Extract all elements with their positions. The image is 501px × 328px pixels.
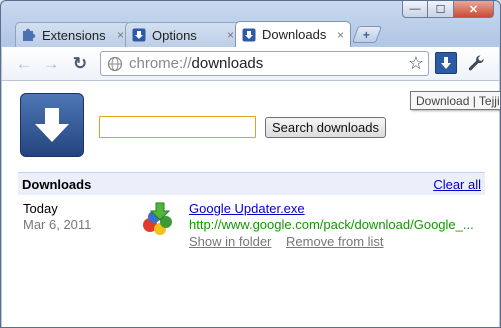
search-downloads-button[interactable]: Search downloads (265, 117, 386, 138)
tab-label: Downloads (262, 27, 327, 42)
remove-from-list-link[interactable]: Remove from list (286, 234, 384, 249)
new-tab-button[interactable]: + (351, 26, 383, 43)
close-tab-icon[interactable]: × (117, 28, 124, 42)
toolbar: ← → ↻ chrome://downloads ☆ (2, 47, 499, 81)
forward-button[interactable]: → (41, 54, 61, 74)
globe-icon (107, 56, 123, 72)
date-value: Mar 6, 2011 (23, 217, 92, 232)
close-tab-icon[interactable]: × (227, 28, 234, 42)
tab-downloads[interactable]: Downloads × (235, 21, 351, 47)
puzzle-icon (22, 28, 36, 42)
downloads-header: Downloads Clear all (18, 172, 485, 195)
file-url: http://www.google.com/pack/download/Goog… (189, 217, 474, 232)
file-name-link[interactable]: Google Updater.exe (189, 201, 305, 216)
tab-strip: Extensions × Options × Downloads × + (15, 21, 383, 47)
downloads-page: Search downloads Downloads Clear all Tod… (2, 81, 499, 327)
reload-button[interactable]: ↻ (70, 54, 90, 74)
close-tab-icon[interactable]: × (337, 28, 344, 42)
wrench-menu-button[interactable] (465, 52, 487, 74)
tab-options[interactable]: Options × (125, 22, 241, 47)
maximize-button[interactable]: ☐ (428, 1, 454, 18)
download-icon (441, 57, 451, 69)
installer-file-icon (140, 201, 176, 237)
download-extension-button[interactable] (435, 52, 457, 74)
address-bar[interactable]: chrome://downloads ☆ (100, 51, 429, 76)
url-scheme: chrome:// (129, 55, 192, 72)
download-icon (242, 28, 256, 42)
bookmark-star-icon[interactable]: ☆ (408, 53, 424, 74)
wrench-icon (468, 55, 484, 71)
minimize-button[interactable]: — (402, 1, 428, 18)
show-in-folder-link[interactable]: Show in folder (189, 234, 271, 249)
date-label: Today (23, 201, 58, 216)
extension-tooltip: Download | Tejji (410, 91, 500, 110)
search-input[interactable] (99, 116, 256, 138)
download-icon (132, 28, 146, 42)
plus-icon: + (363, 27, 371, 42)
tab-label: Options (152, 27, 197, 43)
window-controls: — ☐ ✕ (402, 1, 494, 18)
tab-label: Extensions (42, 27, 106, 43)
url-text: chrome://downloads (129, 55, 408, 72)
clear-all-link[interactable]: Clear all (433, 177, 481, 192)
downloads-title: Downloads (22, 176, 92, 192)
downloads-logo-icon (20, 93, 84, 157)
close-window-button[interactable]: ✕ (454, 1, 494, 18)
url-host: downloads (191, 55, 264, 72)
browser-window: — ☐ ✕ Extensions × Options × Downloads ×… (0, 0, 501, 328)
back-button[interactable]: ← (14, 54, 34, 74)
tab-extensions[interactable]: Extensions × (15, 22, 131, 47)
